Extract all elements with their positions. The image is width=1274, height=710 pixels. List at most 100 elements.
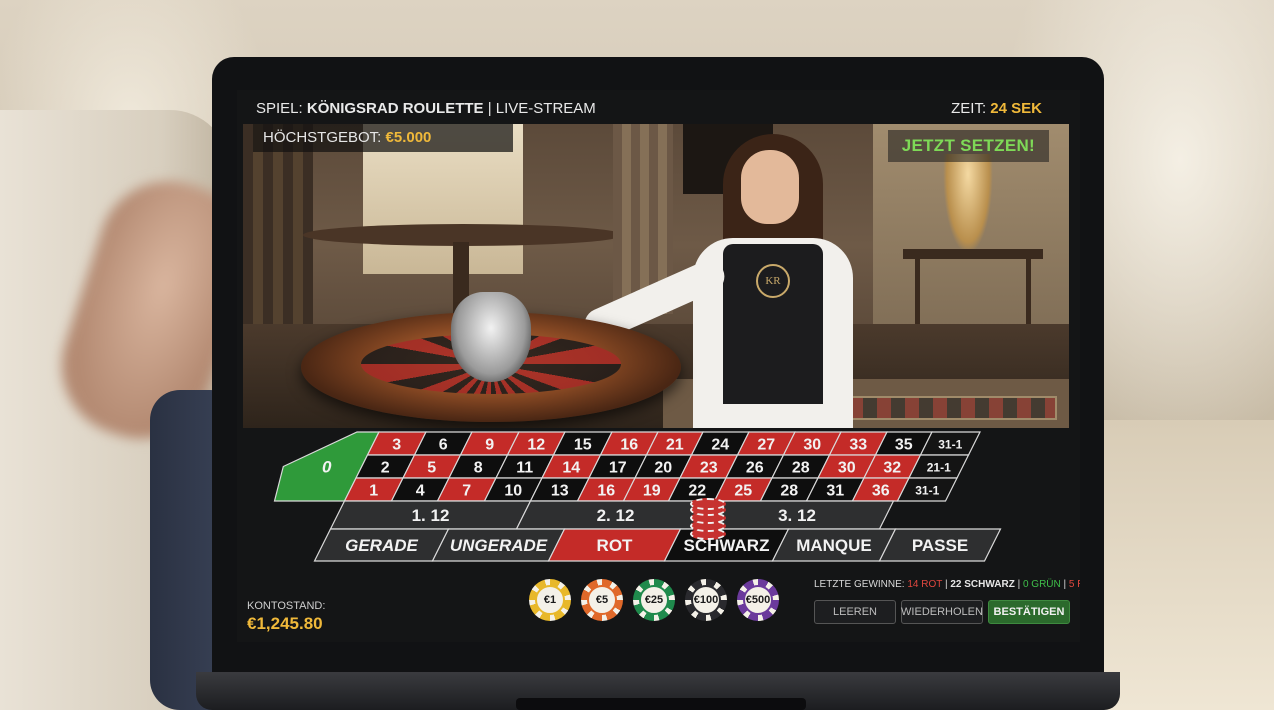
chip-1[interactable]: €1 xyxy=(529,579,571,621)
number-label: 1 xyxy=(369,483,378,500)
number-label: 8 xyxy=(474,460,483,477)
background-table xyxy=(303,224,623,322)
number-label: 16 xyxy=(597,483,615,500)
number-label: 25 xyxy=(734,483,752,500)
number-label: 23 xyxy=(700,460,718,477)
wheel-turret xyxy=(451,292,531,382)
dealer: KR xyxy=(579,134,863,428)
dozen-label: 2. 12 xyxy=(597,506,635,525)
history-result: 22 SCHWARZ xyxy=(950,579,1015,590)
number-label: 36 xyxy=(872,483,890,500)
number-label: 30 xyxy=(803,437,821,454)
history-result: 5 ROT xyxy=(1068,579,1080,590)
number-label: 26 xyxy=(746,460,764,477)
repeat-button[interactable]: WIEDERHOLEN xyxy=(901,600,983,624)
live-video-stream: KR HÖCHSTGEBOT: €5.000 JETZT SETZEN! xyxy=(243,124,1069,428)
balance-value: €1,245.80 xyxy=(247,614,323,633)
bet-status-banner: JETZT SETZEN! xyxy=(887,130,1049,162)
outside-bet-label: PASSE xyxy=(912,536,968,555)
outside-bet-label: GERADE xyxy=(345,536,418,555)
stack-chip xyxy=(690,498,726,510)
chip-value: €500 xyxy=(743,585,773,615)
number-label: 28 xyxy=(780,483,798,500)
number-label: 24 xyxy=(711,437,729,454)
column-bet-label: 21-1 xyxy=(927,461,951,475)
game-title: SPIEL: KÖNIGSRAD ROULETTE | LIVE-STREAM xyxy=(256,100,596,117)
game-header: SPIEL: KÖNIGSRAD ROULETTE | LIVE-STREAM … xyxy=(237,90,1080,124)
dozen-label: 1. 12 xyxy=(412,506,450,525)
number-label: 7 xyxy=(462,483,471,500)
number-label: 20 xyxy=(654,460,672,477)
chip-selector: €1 €5 €25 €100 €500 xyxy=(529,579,789,623)
outside-bet-label: UNGERADE xyxy=(450,536,548,555)
history-result: 14 ROT xyxy=(907,579,943,590)
number-label: 2 xyxy=(381,460,390,477)
dealer-face xyxy=(741,150,799,224)
game-prefix: SPIEL: xyxy=(256,100,307,117)
max-bet-value: €5.000 xyxy=(385,129,432,146)
outside-bet-label: MANQUE xyxy=(796,536,872,555)
column-bet-label: 31-1 xyxy=(938,438,962,452)
chip-3[interactable]: €25 xyxy=(633,579,675,621)
outside-bet-label: ROT xyxy=(597,536,634,555)
number-label: 35 xyxy=(895,437,913,454)
balance-label: KONTOSTAND: xyxy=(247,600,326,612)
history-separator: | xyxy=(1060,579,1069,590)
max-bet-label: HÖCHSTGEBOT: xyxy=(263,129,386,146)
number-label: 3 xyxy=(392,437,401,454)
number-label: 9 xyxy=(485,437,494,454)
number-label: 21 xyxy=(666,437,684,454)
timer-value: 24 SEK xyxy=(990,100,1042,117)
bet-chip-stack[interactable] xyxy=(690,498,726,540)
number-label: 19 xyxy=(643,483,661,500)
number-label: 14 xyxy=(562,460,580,477)
number-label: 27 xyxy=(757,437,775,454)
number-label: 17 xyxy=(609,460,627,477)
chip-value: €100 xyxy=(691,585,721,615)
column-bet-label: 31-1 xyxy=(915,484,939,498)
number-label: 30 xyxy=(838,460,856,477)
history-label: LETZTE GEWINNE: xyxy=(814,579,908,590)
number-label: 10 xyxy=(504,483,522,500)
max-bet-info: HÖCHSTGEBOT: €5.000 xyxy=(253,124,513,152)
chip-value: €25 xyxy=(639,585,669,615)
laptop-screen: SPIEL: KÖNIGSRAD ROULETTE | LIVE-STREAM … xyxy=(237,90,1080,642)
clear-button[interactable]: LEEREN xyxy=(814,600,896,624)
zero-label: 0 xyxy=(322,458,332,477)
number-label: 13 xyxy=(551,483,569,500)
game-name: KÖNIGSRAD ROULETTE xyxy=(306,100,484,117)
number-label: 6 xyxy=(439,437,448,454)
number-label: 22 xyxy=(688,483,706,500)
dealer-crest: KR xyxy=(756,264,790,298)
number-label: 5 xyxy=(427,460,436,477)
confirm-button[interactable]: BESTÄTIGEN xyxy=(988,600,1070,624)
number-label: 4 xyxy=(416,483,425,500)
roulette-wheel xyxy=(301,292,681,422)
number-label: 28 xyxy=(792,460,810,477)
chip-value: €5 xyxy=(587,585,617,615)
dozen-label: 3. 12 xyxy=(778,506,816,525)
laptop-base xyxy=(196,672,1120,710)
history-separator: | xyxy=(1014,579,1023,590)
number-label: 11 xyxy=(516,460,533,477)
number-label: 33 xyxy=(849,437,867,454)
timer-label: ZEIT: xyxy=(951,100,991,117)
laptop-keyboard xyxy=(516,698,806,710)
balance: KONTOSTAND: €1,245.80 xyxy=(247,600,325,634)
lamp xyxy=(943,154,993,254)
number-label: 12 xyxy=(527,437,545,454)
floor-light xyxy=(1100,420,1274,710)
history-result: 0 GRÜN xyxy=(1022,579,1061,590)
betting-board: 03 6 9 12 15 16 21 24 27 30 33 35 31-12 5 8 11 14 17 20 23 2… xyxy=(273,431,1002,562)
number-label: 31 xyxy=(826,483,844,500)
countdown-timer: ZEIT: 24 SEK xyxy=(951,100,1042,117)
number-label: 16 xyxy=(620,437,638,454)
side-table xyxy=(903,249,1043,369)
game-suffix: | LIVE-STREAM xyxy=(483,100,596,117)
chip-2[interactable]: €5 xyxy=(581,579,623,621)
chip-5[interactable]: €500 xyxy=(737,579,779,621)
chip-value: €1 xyxy=(535,585,565,615)
chip-4[interactable]: €100 xyxy=(685,579,727,621)
number-label: 15 xyxy=(574,437,592,454)
last-results: LETZTE GEWINNE: 14 ROT | 22 SCHWARZ | 0 … xyxy=(814,579,1080,590)
